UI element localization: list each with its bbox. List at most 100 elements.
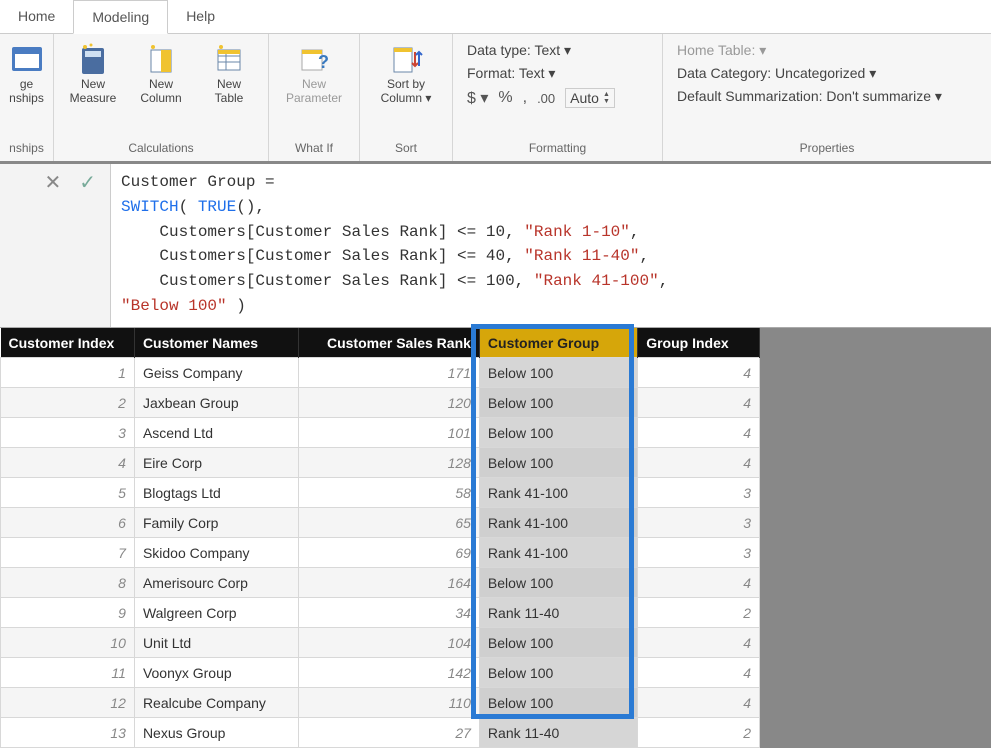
cell-group-index: 4 bbox=[638, 448, 760, 478]
formula-editor[interactable]: Customer Group = SWITCH( TRUE(), Custome… bbox=[110, 164, 991, 327]
cell-name: Realcube Company bbox=[134, 688, 298, 718]
cell-group-index: 2 bbox=[638, 598, 760, 628]
cell-group: Rank 11-40 bbox=[479, 598, 637, 628]
measure-icon bbox=[75, 42, 111, 78]
table-row[interactable]: 7Skidoo Company69Rank 41-1003 bbox=[1, 538, 760, 568]
code-string: "Rank 1-10" bbox=[524, 223, 630, 241]
header-customer-sales-rank[interactable]: Customer Sales Rank bbox=[299, 328, 480, 358]
cell-rank: 65 bbox=[299, 508, 480, 538]
table-header-row: Customer Index Customer Names Customer S… bbox=[1, 328, 760, 358]
cell-index: 13 bbox=[1, 718, 135, 748]
table-row[interactable]: 10Unit Ltd104Below 1004 bbox=[1, 628, 760, 658]
table-icon bbox=[211, 42, 247, 78]
data-type-dropdown[interactable]: Data type: Text ▾ bbox=[467, 42, 648, 59]
table-row[interactable]: 4Eire Corp128Below 1004 bbox=[1, 448, 760, 478]
cell-group: Below 100 bbox=[479, 448, 637, 478]
table-row[interactable]: 5Blogtags Ltd58Rank 41-1003 bbox=[1, 478, 760, 508]
cell-name: Skidoo Company bbox=[134, 538, 298, 568]
cancel-formula-button[interactable]: ✕ bbox=[44, 170, 61, 195]
code-string: "Rank 11-40" bbox=[524, 247, 639, 265]
cell-group-index: 4 bbox=[638, 658, 760, 688]
tab-bar: Home Modeling Help bbox=[0, 0, 991, 34]
cell-group-index: 4 bbox=[638, 388, 760, 418]
decimal-places-input[interactable]: Auto ▲▼ bbox=[565, 88, 615, 108]
table-row[interactable]: 1Geiss Company171Below 1004 bbox=[1, 358, 760, 388]
table-row[interactable]: 8Amerisourc Corp164Below 1004 bbox=[1, 568, 760, 598]
cell-index: 12 bbox=[1, 688, 135, 718]
group-sort: Sort by Column ▾ Sort bbox=[360, 34, 453, 161]
cell-index: 3 bbox=[1, 418, 135, 448]
format-dropdown[interactable]: Format: Text ▾ bbox=[467, 65, 648, 82]
new-column-button[interactable]: New Column bbox=[130, 38, 192, 110]
cell-index: 11 bbox=[1, 658, 135, 688]
svg-text:?: ? bbox=[318, 52, 329, 72]
parameter-icon: ? bbox=[296, 42, 332, 78]
currency-button[interactable]: $ ▾ bbox=[467, 88, 488, 108]
commit-formula-button[interactable]: ✓ bbox=[79, 170, 96, 195]
header-customer-group[interactable]: Customer Group bbox=[479, 328, 637, 358]
tab-home[interactable]: Home bbox=[0, 0, 73, 33]
default-summarization-dropdown[interactable]: Default Summarization: Don't summarize ▾ bbox=[677, 88, 977, 105]
percent-button[interactable]: % bbox=[498, 89, 512, 107]
code-text: Customers[Customer Sales Rank] <= 10, bbox=[121, 223, 524, 241]
cell-group-index: 4 bbox=[638, 418, 760, 448]
manage-relationships-button[interactable]: ge nships bbox=[4, 38, 50, 110]
cell-name: Jaxbean Group bbox=[134, 388, 298, 418]
cell-rank: 128 bbox=[299, 448, 480, 478]
column-icon bbox=[143, 42, 179, 78]
formula-bar: ✕ ✓ Customer Group = SWITCH( TRUE(), Cus… bbox=[0, 164, 991, 328]
group-label: What If bbox=[277, 139, 351, 159]
new-table-button[interactable]: New Table bbox=[198, 38, 260, 110]
relationships-icon bbox=[9, 42, 45, 78]
tab-modeling[interactable]: Modeling bbox=[73, 0, 168, 34]
data-category-dropdown[interactable]: Data Category: Uncategorized ▾ bbox=[677, 65, 977, 82]
table-row[interactable]: 9Walgreen Corp34Rank 11-402 bbox=[1, 598, 760, 628]
button-label: nships bbox=[9, 92, 44, 106]
code-text: Customers[Customer Sales Rank] <= 40, bbox=[121, 247, 524, 265]
new-parameter-button[interactable]: ? New Parameter bbox=[277, 38, 351, 110]
table-body: 1Geiss Company171Below 10042Jaxbean Grou… bbox=[1, 358, 760, 748]
code-text: , bbox=[639, 247, 649, 265]
table-row[interactable]: 3Ascend Ltd101Below 1004 bbox=[1, 418, 760, 448]
tab-help[interactable]: Help bbox=[168, 0, 233, 33]
group-label: Properties bbox=[671, 139, 983, 159]
header-customer-index[interactable]: Customer Index bbox=[1, 328, 135, 358]
cell-rank: 104 bbox=[299, 628, 480, 658]
cell-name: Blogtags Ltd bbox=[134, 478, 298, 508]
table-row[interactable]: 11Voonyx Group142Below 1004 bbox=[1, 658, 760, 688]
group-label: Sort bbox=[368, 139, 444, 159]
table-row[interactable]: 13Nexus Group27Rank 11-402 bbox=[1, 718, 760, 748]
cell-index: 10 bbox=[1, 628, 135, 658]
table-row[interactable]: 2Jaxbean Group120Below 1004 bbox=[1, 388, 760, 418]
cell-rank: 171 bbox=[299, 358, 480, 388]
code-text: Customers[Customer Sales Rank] <= 100, bbox=[121, 272, 534, 290]
sort-icon bbox=[388, 42, 424, 78]
home-table-dropdown[interactable]: Home Table: ▾ bbox=[677, 42, 977, 59]
group-label: nships bbox=[8, 139, 45, 159]
group-relationships: ge nships nships bbox=[0, 34, 54, 161]
code-string: "Below 100" bbox=[121, 297, 227, 315]
table-row[interactable]: 6Family Corp65Rank 41-1003 bbox=[1, 508, 760, 538]
cell-name: Amerisourc Corp bbox=[134, 568, 298, 598]
sort-by-column-button[interactable]: Sort by Column ▾ bbox=[368, 38, 444, 110]
cell-group-index: 3 bbox=[638, 508, 760, 538]
cell-index: 1 bbox=[1, 358, 135, 388]
code-text: ( bbox=[179, 198, 198, 216]
cell-group-index: 4 bbox=[638, 358, 760, 388]
cell-rank: 27 bbox=[299, 718, 480, 748]
code-string: "Rank 41-100" bbox=[534, 272, 659, 290]
group-properties: Home Table: ▾ Data Category: Uncategoriz… bbox=[663, 34, 991, 161]
cell-index: 7 bbox=[1, 538, 135, 568]
cell-group-index: 3 bbox=[638, 478, 760, 508]
button-label: New Measure bbox=[70, 78, 117, 106]
header-group-index[interactable]: Group Index bbox=[638, 328, 760, 358]
cell-group: Below 100 bbox=[479, 628, 637, 658]
code-text: , bbox=[659, 272, 669, 290]
comma-button[interactable]: , bbox=[523, 89, 527, 107]
table-row[interactable]: 12Realcube Company110Below 1004 bbox=[1, 688, 760, 718]
cell-group: Below 100 bbox=[479, 358, 637, 388]
group-calculations: New Measure New Column New Table Calcula… bbox=[54, 34, 269, 161]
decimal-button[interactable]: .00 bbox=[537, 91, 555, 106]
new-measure-button[interactable]: New Measure bbox=[62, 38, 124, 110]
header-customer-names[interactable]: Customer Names bbox=[134, 328, 298, 358]
